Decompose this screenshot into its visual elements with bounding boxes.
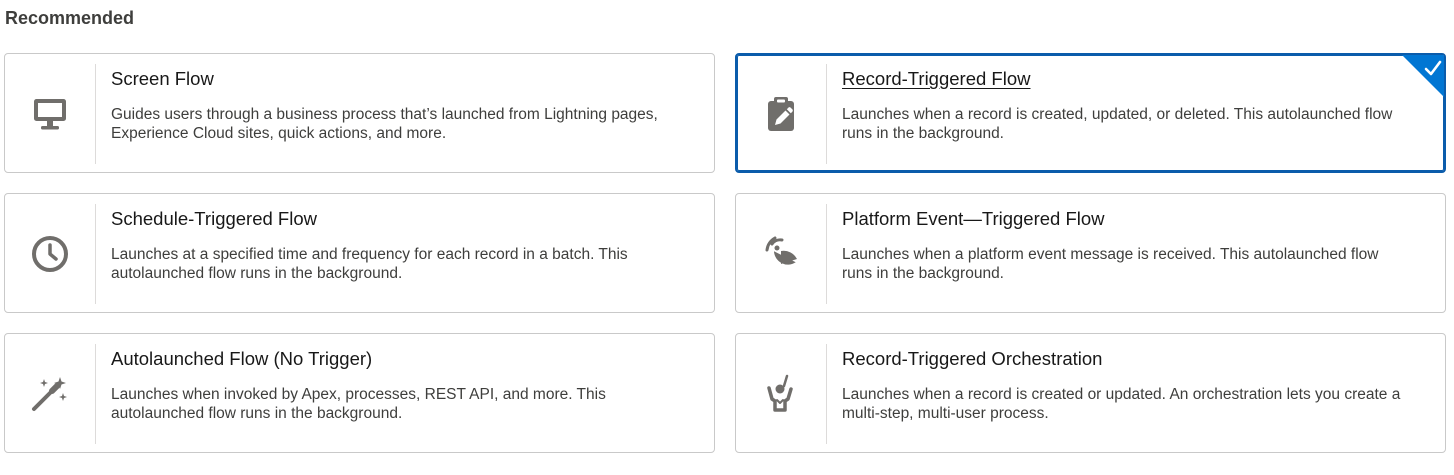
card-icon-container bbox=[736, 204, 827, 304]
card-platform-event-triggered-flow[interactable]: Platform Event—Triggered Flow Launches w… bbox=[735, 193, 1446, 313]
flow-type-grid: Screen Flow Guides users through a busin… bbox=[4, 53, 1446, 453]
card-icon-container bbox=[5, 64, 96, 164]
card-autolaunched-flow[interactable]: Autolaunched Flow (No Trigger) Launches … bbox=[4, 333, 715, 453]
card-title: Platform Event—Triggered Flow bbox=[842, 208, 1105, 229]
card-title: Schedule-Triggered Flow bbox=[111, 208, 317, 229]
section-title: Recommended bbox=[5, 8, 135, 28]
clock-icon bbox=[30, 234, 70, 274]
desktop-icon bbox=[31, 95, 69, 133]
card-schedule-triggered-flow[interactable]: Schedule-Triggered Flow Launches at a sp… bbox=[4, 193, 715, 313]
card-description: Launches when a record is created, updat… bbox=[842, 106, 1393, 142]
card-title: Record-Triggered Flow bbox=[842, 68, 1031, 89]
card-record-triggered-flow[interactable]: Record-Triggered Flow Launches when a re… bbox=[735, 53, 1446, 173]
card-description: Launches when invoked by Apex, processes… bbox=[111, 386, 606, 422]
clipboard-edit-icon bbox=[762, 95, 800, 133]
card-icon-container bbox=[5, 344, 96, 444]
card-description: Launches when a record is created or upd… bbox=[842, 386, 1401, 422]
card-icon-container bbox=[737, 64, 827, 164]
card-description: Launches when a platform event message i… bbox=[842, 246, 1379, 282]
broadcast-dish-icon bbox=[761, 234, 801, 274]
card-screen-flow[interactable]: Screen Flow Guides users through a busin… bbox=[4, 53, 715, 173]
card-icon-container bbox=[736, 344, 827, 444]
card-description: Launches at a specified time and frequen… bbox=[111, 246, 628, 282]
conductor-icon bbox=[761, 374, 801, 414]
card-icon-container bbox=[5, 204, 96, 304]
magic-wand-icon bbox=[30, 374, 70, 414]
card-title: Autolaunched Flow (No Trigger) bbox=[111, 348, 373, 369]
card-title: Record-Triggered Orchestration bbox=[842, 348, 1103, 369]
card-description: Guides users through a business process … bbox=[111, 106, 658, 142]
card-title: Screen Flow bbox=[111, 68, 214, 89]
selected-checkmark-icon bbox=[1401, 55, 1444, 98]
card-record-triggered-orchestration[interactable]: Record-Triggered Orchestration Launches … bbox=[735, 333, 1446, 453]
